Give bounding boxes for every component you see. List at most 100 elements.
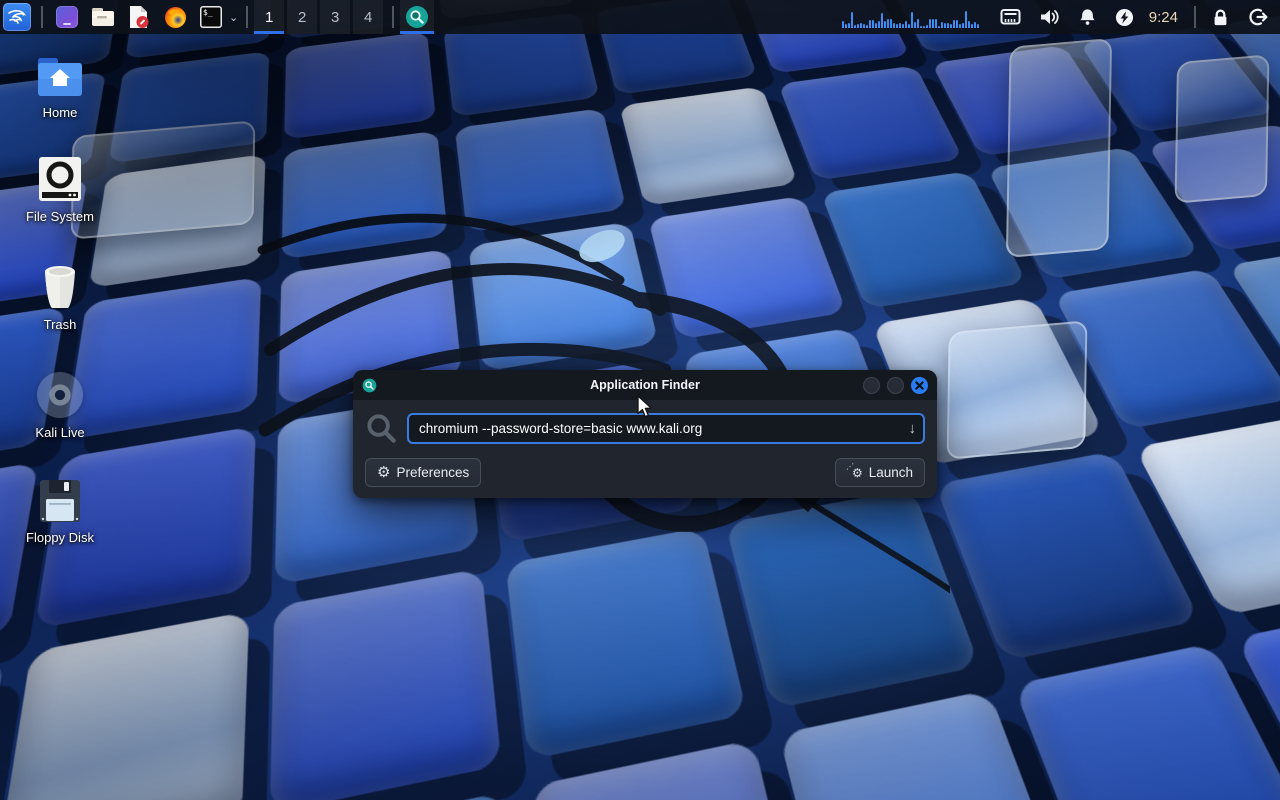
net-bar [851,12,853,28]
workspace-2[interactable]: 2 [287,0,317,34]
run-gear-icon: ⚙ [847,467,863,479]
gear-icon: ⚙ [377,465,390,480]
hard-disk-icon [38,156,82,202]
applications-menu-button[interactable] [3,3,31,31]
app-finder-icon [405,5,429,29]
launcher-file-manager[interactable] [90,4,116,30]
net-bar [860,23,862,28]
panel-separator [1194,6,1196,28]
net-bar [887,19,889,28]
net-bar [875,23,877,28]
desktop-icon-label: Kali Live [35,425,84,440]
preferences-label: Preferences [396,465,469,480]
net-bar [917,19,919,28]
preferences-button[interactable]: ⚙ Preferences [365,458,481,487]
net-bar [869,20,871,28]
network-monitor-graph[interactable] [842,6,979,28]
window-controls [850,377,928,394]
panel-separator [392,6,394,28]
desktop-icon-file-system[interactable]: File System [12,156,108,224]
net-bar [905,21,907,28]
net-bar [866,25,868,28]
volume-icon [1039,8,1060,26]
net-bar [926,25,928,28]
net-bar [941,22,943,28]
net-bar [884,21,886,28]
chevron-down-icon[interactable]: ⌄ [229,11,238,24]
home-folder-icon [36,56,84,98]
desktop-icon-floppy-disk[interactable]: Floppy Disk [12,479,108,545]
panel-clock[interactable]: 9:24 [1149,9,1178,26]
application-finder-window: Application Finder ↓ [353,370,937,498]
launcher-purple-window[interactable] [54,4,80,30]
disc-icon [37,372,83,418]
net-bar [857,24,859,28]
mouse-cursor [636,395,656,419]
down-arrow-icon[interactable]: ↓ [909,421,917,436]
kali-logo-icon [6,6,28,28]
net-bar [893,23,895,29]
net-bar [950,24,952,28]
net-bar [878,21,880,28]
window-title: Application Finder [440,378,850,392]
launch-button[interactable]: ⚙ Launch [835,458,925,487]
taskbar-app-finder-button[interactable] [400,0,434,34]
app-finder-icon [362,378,377,393]
actions-row: ⚙ Preferences ⚙ Launch [365,458,925,487]
desktop-icon-label: Floppy Disk [26,530,94,545]
net-bar [923,26,925,28]
net-bar [932,19,934,28]
net-bar [872,20,874,28]
search-input[interactable] [407,413,925,444]
floppy-icon [39,479,81,523]
file-manager-icon [91,6,115,28]
desktop: Home File System Trash Kali Live [0,0,1280,800]
top-panel: $_ ⌄ 1 2 3 4 [0,0,1280,34]
lock-screen-button[interactable] [1211,8,1230,27]
panel-separator [246,6,248,28]
desktop-icon-label: Home [43,105,78,120]
maximize-button[interactable] [887,377,904,394]
desktop-icon-home[interactable]: Home [12,56,108,120]
desktop-icon-label: File System [26,209,94,224]
logout-icon [1248,7,1268,27]
net-bar [971,24,973,28]
tray-power-manager[interactable] [1115,8,1134,27]
power-icon [1115,8,1134,27]
net-bar [842,21,844,28]
net-bar [911,12,913,28]
workspace-1[interactable]: 1 [254,0,284,34]
workspace-number: 1 [265,9,273,26]
purple-window-icon [56,6,78,28]
launcher-terminal[interactable]: $_ [198,4,224,30]
tray-volume[interactable] [1039,8,1060,26]
net-bar [908,24,910,28]
launcher-firefox[interactable] [162,4,188,30]
workspace-3[interactable]: 3 [320,0,350,34]
net-bar [959,24,961,28]
tray-network[interactable] [1000,8,1021,26]
search-entry: ↓ [407,413,925,444]
close-button[interactable] [911,377,928,394]
net-bar [863,24,865,28]
minimize-button[interactable] [863,377,880,394]
net-bar [938,26,940,28]
workspace-number: 4 [364,9,372,26]
terminal-icon: $_ [200,6,222,28]
net-bar [968,21,970,28]
net-bar [896,24,898,28]
desktop-icon-label: Trash [44,317,77,332]
net-bar [956,20,958,29]
net-bar [899,23,901,28]
net-bar [902,24,904,28]
bell-icon [1078,8,1097,27]
panel-separator [41,6,43,28]
tray-notifications[interactable] [1078,8,1097,27]
launcher-text-editor[interactable] [126,4,152,30]
desktop-icon-trash[interactable]: Trash [12,264,108,332]
net-bar [929,19,931,28]
trash-icon [39,264,81,310]
desktop-icon-kali-live[interactable]: Kali Live [12,372,108,440]
workspace-4[interactable]: 4 [353,0,383,34]
logout-button[interactable] [1248,7,1268,27]
